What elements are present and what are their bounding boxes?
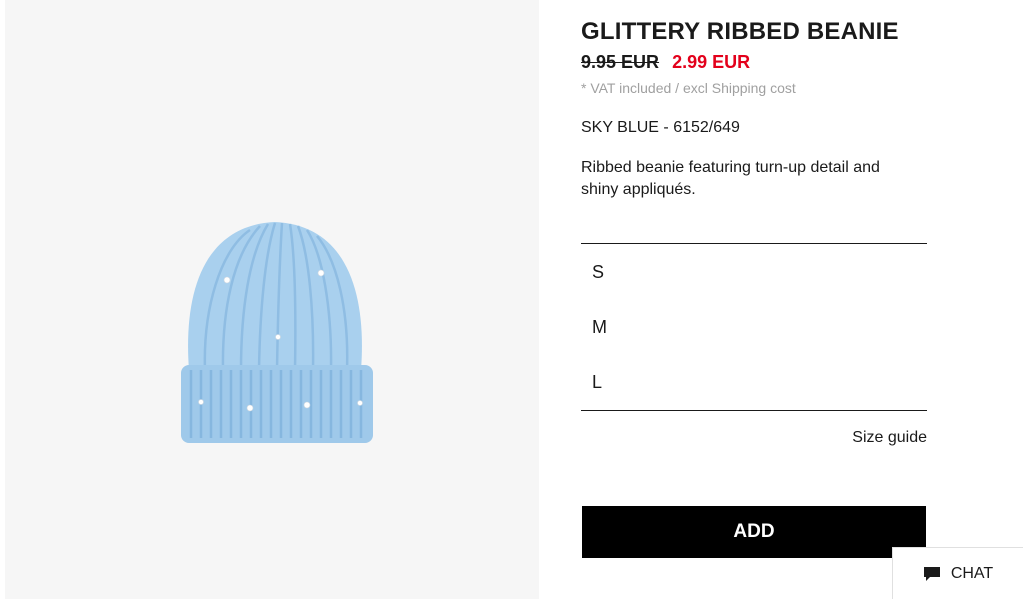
add-to-cart-button[interactable]: ADD [582, 506, 926, 558]
color-reference: SKY BLUE - 6152/649 [581, 119, 740, 136]
size-option-m[interactable]: M [592, 317, 607, 338]
sale-price: 2.99 EUR [672, 52, 751, 72]
product-description: Ribbed beanie featuring turn-up detail a… [581, 159, 880, 198]
chat-button[interactable]: CHAT [892, 547, 1023, 599]
size-guide-link[interactable]: Size guide [852, 429, 927, 447]
size-list: S M L [581, 243, 927, 411]
product-image-panel [5, 0, 539, 599]
product-title: GLITTERY RIBBED BEANIE [581, 18, 899, 45]
beanie-image [181, 222, 373, 443]
vat-note: * VAT included / excl Shipping cost [581, 80, 796, 96]
size-option-s[interactable]: S [592, 262, 604, 283]
old-price: 9.95 EUR [581, 52, 660, 72]
product-page: GLITTERY RIBBED BEANIE 9.95 EUR 2.99 EUR… [0, 0, 1023, 599]
chat-bubble-icon [923, 566, 940, 581]
size-option-l[interactable]: L [592, 372, 602, 393]
chat-label: CHAT [950, 564, 994, 582]
price-block: 9.95 EUR 2.99 EUR [581, 52, 750, 73]
